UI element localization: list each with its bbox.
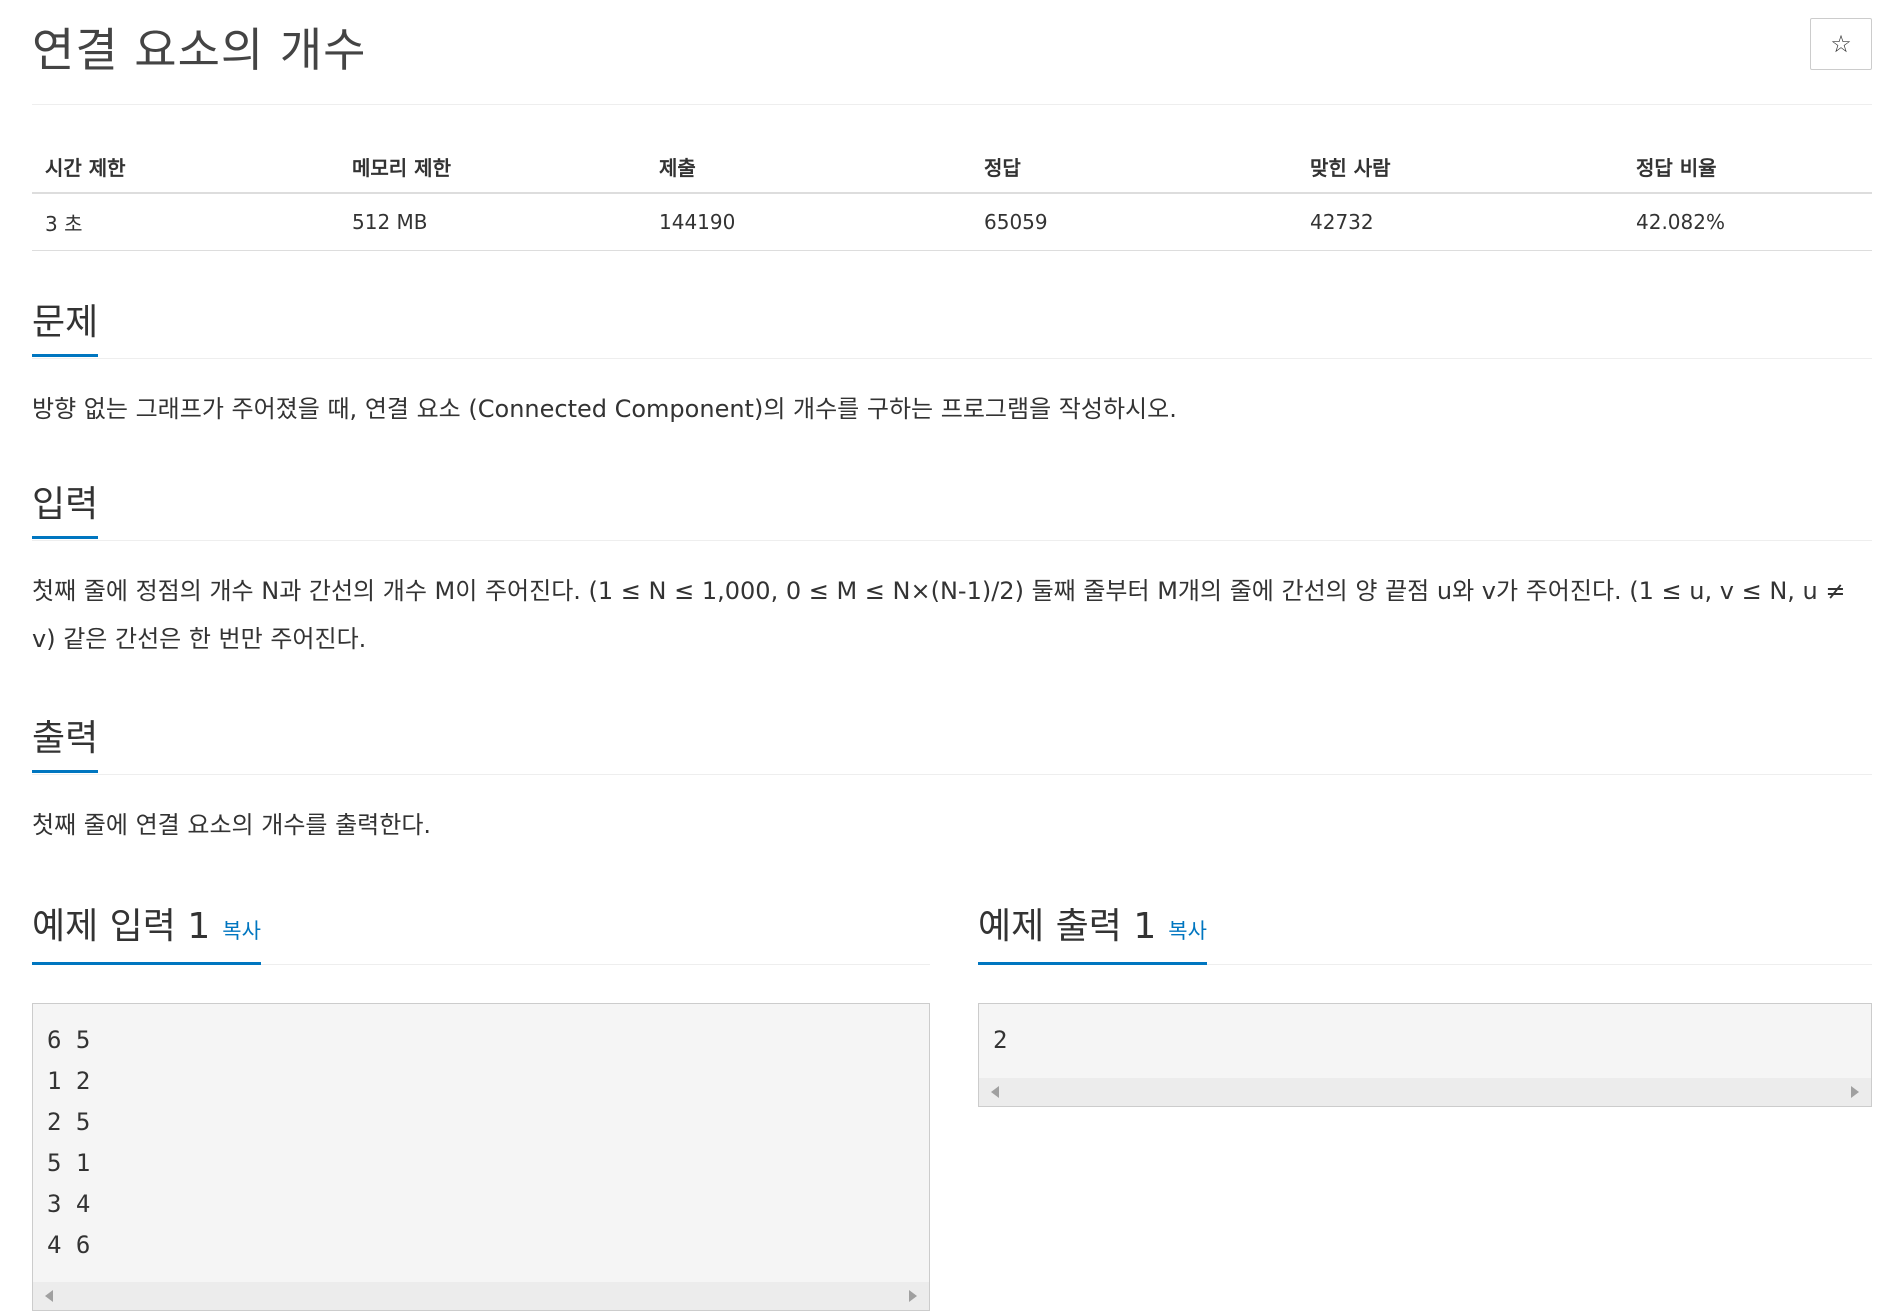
input-title: 입력 [32, 480, 99, 539]
star-button[interactable]: ☆ [1810, 18, 1872, 70]
stats-header-time-limit: 시간 제한 [32, 140, 339, 194]
description-title: 문제 [32, 298, 99, 357]
input-section-head: 입력 [32, 480, 1872, 541]
sample-input-content: 6 5 1 2 2 5 5 1 3 4 4 6 [47, 1026, 91, 1259]
sample-output-content: 2 [993, 1026, 1008, 1054]
sample-output-section: 예제 출력 1 복사 [978, 902, 1872, 965]
stats-value-time-limit: 3 초 [32, 193, 339, 251]
title-row: 연결 요소의 개수 ☆ [32, 0, 1872, 105]
description-section: 문제 방향 없는 그래프가 주어졌을 때, 연결 요소 (Connected C… [32, 298, 1872, 433]
output-section-head: 출력 [32, 714, 1872, 775]
stats-header-accepted: 정답 [971, 140, 1297, 194]
sample-input-title-text: 예제 입력 1 [32, 906, 211, 947]
stats-value-accepted: 65059 [971, 193, 1297, 251]
sample-input-title: 예제 입력 1 복사 [32, 902, 261, 965]
description-text: 방향 없는 그래프가 주어졌을 때, 연결 요소 (Connected Comp… [32, 395, 1177, 423]
input-text: 첫째 줄에 정점의 개수 N과 간선의 개수 M이 주어진다. (1 ≤ N ≤… [32, 577, 1846, 653]
scroll-left-arrow-icon[interactable] [991, 1086, 999, 1098]
scroll-right-arrow-icon[interactable] [1851, 1086, 1859, 1098]
stats-value-accept-ratio: 42.082% [1623, 193, 1872, 251]
stats-table: 시간 제한 메모리 제한 제출 정답 맞힌 사람 정답 비율 3 초 512 M… [32, 140, 1872, 251]
output-text: 첫째 줄에 연결 요소의 개수를 출력한다. [32, 811, 432, 839]
sample-input-box[interactable]: 6 5 1 2 2 5 5 1 3 4 4 6 [32, 1003, 930, 1311]
stats-value-row: 3 초 512 MB 144190 65059 42732 42.082% [32, 193, 1872, 251]
stats-value-memory-limit: 512 MB [339, 193, 646, 251]
sample-output-head: 예제 출력 1 복사 [978, 902, 1872, 965]
output-section: 출력 첫째 줄에 연결 요소의 개수를 출력한다. [32, 714, 1872, 849]
star-icon: ☆ [1830, 30, 1852, 58]
sample-output-scrollbar[interactable] [979, 1078, 1871, 1106]
stats-value-solvers: 42732 [1297, 193, 1623, 251]
output-title: 출력 [32, 714, 99, 773]
sample-input-copy-link[interactable]: 복사 [222, 919, 261, 943]
scroll-right-arrow-icon[interactable] [909, 1290, 917, 1302]
stats-header-accept-ratio: 정답 비율 [1623, 140, 1872, 194]
sample-input-scrollbar[interactable] [33, 1282, 929, 1310]
sample-input-section: 예제 입력 1 복사 [32, 902, 930, 965]
sample-output-title: 예제 출력 1 복사 [978, 902, 1207, 965]
sample-output-copy-link[interactable]: 복사 [1168, 919, 1207, 943]
stats-value-submissions: 144190 [646, 193, 971, 251]
stats-header-memory-limit: 메모리 제한 [339, 140, 646, 194]
sample-input-head: 예제 입력 1 복사 [32, 902, 930, 965]
sample-output-box[interactable]: 2 [978, 1003, 1872, 1107]
stats-header-submissions: 제출 [646, 140, 971, 194]
description-section-head: 문제 [32, 298, 1872, 359]
page-title: 연결 요소의 개수 [32, 23, 367, 77]
stats-header-solvers: 맞힌 사람 [1297, 140, 1623, 194]
problem-page: 연결 요소의 개수 ☆ 시간 제한 메모리 제한 제출 정답 맞힌 사람 정답 … [32, 0, 1872, 1311]
input-section: 입력 첫째 줄에 정점의 개수 N과 간선의 개수 M이 주어진다. (1 ≤ … [32, 480, 1872, 663]
stats-header-row: 시간 제한 메모리 제한 제출 정답 맞힌 사람 정답 비율 [32, 140, 1872, 194]
scroll-left-arrow-icon[interactable] [45, 1290, 53, 1302]
sample-output-title-text: 예제 출력 1 [978, 906, 1157, 947]
